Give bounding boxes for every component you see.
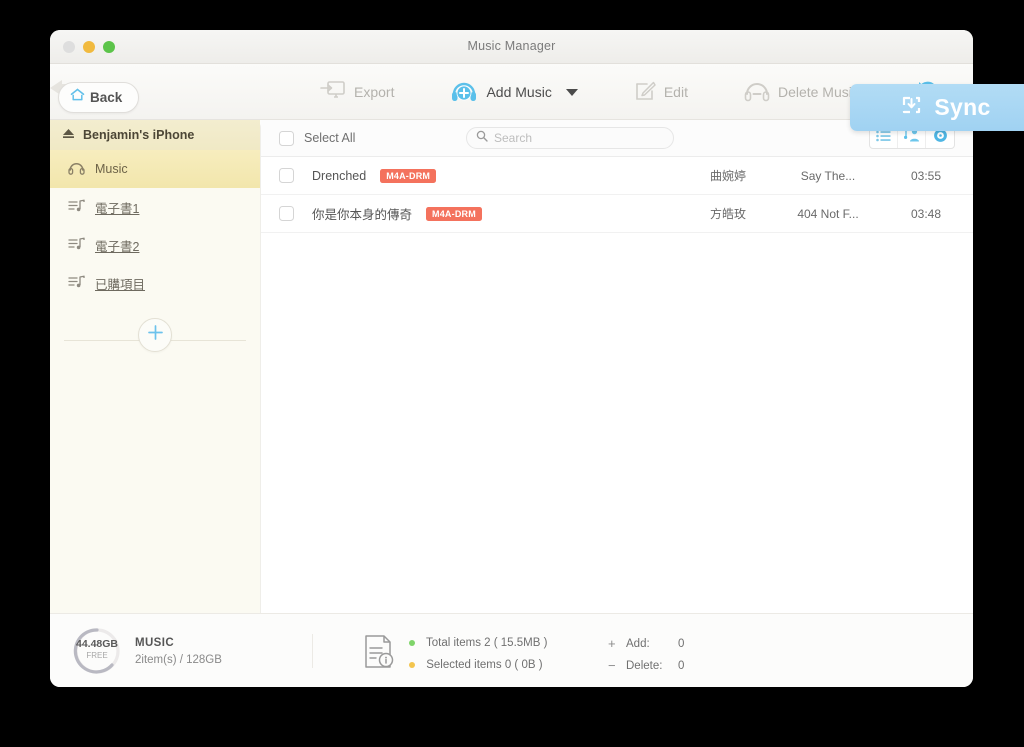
toolbar-export-label: Export: [354, 84, 395, 100]
selected-items-label: Selected items 0 ( 0B ): [426, 659, 543, 671]
total-items-row: Total items 2 ( 15.5MB ): [409, 632, 547, 654]
delete-count-row: − Delete: 0: [608, 655, 684, 677]
chevron-down-icon[interactable]: [565, 88, 578, 96]
song-duration: 03:48: [910, 206, 942, 221]
song-duration: 03:55: [910, 168, 942, 183]
toolbar-export-button[interactable]: Export: [320, 64, 394, 120]
toolbar-add-music-button[interactable]: Add Music: [450, 64, 578, 120]
status-dot-total: [409, 639, 415, 646]
add-playlist-button[interactable]: [138, 318, 172, 352]
storage-summary: 44.48GB FREE MUSIC 2item(s) / 128GB: [72, 626, 222, 676]
add-label: Add:: [626, 638, 650, 650]
storage-category: MUSIC: [135, 636, 175, 649]
select-all-label: Select All: [304, 131, 356, 145]
plus-sign-icon: +: [608, 636, 616, 651]
window-title: Music Manager: [467, 39, 556, 53]
song-artist: 曲婉婷: [709, 169, 746, 183]
sidebar-item-music[interactable]: Music: [50, 150, 260, 188]
storage-detail: 2item(s) / 128GB: [135, 653, 222, 666]
sidebar: Benjamin's iPhone Music 電子書1 電子書2 已購項目: [50, 120, 260, 613]
delete-music-icon: [744, 80, 770, 105]
select-all-checkbox[interactable]: [279, 130, 294, 146]
back-button[interactable]: Back: [58, 82, 139, 113]
playlist-icon: [68, 199, 85, 216]
sidebar-item-label: 已購項目: [95, 277, 146, 292]
storage-free-amount: 44.48GB: [75, 638, 119, 650]
toolbar-add-music-label: Add Music: [486, 84, 552, 100]
plus-icon: [147, 324, 164, 346]
sync-icon: [899, 92, 924, 123]
toolbar-edit-label: Edit: [663, 84, 688, 100]
row-checkbox[interactable]: [279, 168, 294, 183]
search-box[interactable]: [466, 127, 674, 149]
storage-ring: 44.48GB FREE: [72, 626, 122, 676]
status-dot-selected: [409, 661, 415, 668]
table-row[interactable]: Drenched M4A-DRM 曲婉婷 Say The... 03:55: [261, 157, 973, 195]
format-badge: M4A-DRM: [426, 206, 482, 221]
playlist-icon: [68, 275, 85, 292]
selected-items-row: Selected items 0 ( 0B ): [409, 654, 547, 676]
storage-free-label: FREE: [86, 651, 108, 660]
song-album: 404 Not F...: [797, 206, 859, 221]
sidebar-item-label: Music: [95, 162, 128, 176]
add-music-icon: [450, 79, 478, 106]
total-items-label: Total items 2 ( 15.5MB ): [426, 637, 548, 649]
divider: [312, 634, 313, 668]
sidebar-item-playlist-1[interactable]: 電子書1: [50, 188, 260, 226]
delete-value: 0: [678, 660, 685, 672]
playlist-icon: [68, 237, 85, 254]
title-bar: Music Manager: [50, 30, 973, 64]
items-text: Total items 2 ( 15.5MB ) Selected items …: [409, 632, 547, 676]
content-pane: Select All Search Drenched M4A-DRM 曲婉婷 S…: [260, 120, 973, 613]
body-area: Benjamin's iPhone Music 電子書1 電子書2 已購項目 S…: [50, 120, 973, 613]
export-icon: [320, 80, 346, 105]
table-row[interactable]: 你是你本身的傳奇 M4A-DRM 方皓玫 404 Not F... 03:48: [261, 195, 973, 233]
sidebar-item-label: 電子書1: [95, 201, 140, 216]
sync-label: Sync: [934, 94, 991, 120]
row-checkbox[interactable]: [279, 206, 294, 221]
minus-sign-icon: −: [608, 658, 616, 673]
search-input[interactable]: [494, 131, 654, 145]
eject-icon: [62, 126, 75, 144]
song-title: Drenched: [312, 168, 367, 183]
sidebar-item-playlist-2[interactable]: 電子書2: [50, 226, 260, 264]
sidebar-item-label: 電子書2: [95, 239, 140, 254]
sidebar-device-row[interactable]: Benjamin's iPhone: [50, 120, 260, 150]
song-title: 你是你本身的傳奇: [312, 208, 413, 222]
toolbar-edit-button[interactable]: Edit: [634, 64, 688, 120]
delete-label: Delete:: [626, 660, 663, 672]
storage-ring-text: 44.48GB FREE: [72, 638, 122, 660]
add-count-row: + Add: 0: [608, 633, 684, 655]
list-icon: [876, 129, 891, 147]
select-all-control[interactable]: Select All: [279, 130, 356, 146]
home-icon: [70, 88, 85, 107]
device-name: Benjamin's iPhone: [83, 128, 195, 142]
song-album: Say The...: [800, 168, 856, 183]
status-bar: 44.48GB FREE MUSIC 2item(s) / 128GB Tota…: [50, 613, 973, 687]
sidebar-item-purchased[interactable]: 已購項目: [50, 264, 260, 302]
format-badge: M4A-DRM: [380, 168, 437, 183]
items-summary: Total items 2 ( 15.5MB ) Selected items …: [362, 632, 547, 676]
add-playlist-area: [50, 318, 260, 362]
app-window: Music Manager Back Export Add Music Edit…: [50, 30, 1024, 687]
search-icon: [476, 129, 488, 147]
toolbar: Back Export Add Music Edit Delete Music: [50, 64, 973, 120]
storage-meta: MUSIC 2item(s) / 128GB: [135, 637, 222, 666]
sync-button[interactable]: Sync: [850, 84, 1024, 131]
toolbar-delete-music-label: Delete Music: [777, 84, 859, 100]
document-info-icon: [362, 634, 396, 675]
song-artist: 方皓玫: [709, 207, 746, 221]
add-value: 0: [678, 638, 685, 650]
edit-icon: [634, 80, 656, 105]
pending-changes: + Add: 0 − Delete: 0: [608, 633, 684, 677]
back-label: Back: [90, 90, 123, 105]
headphones-icon: [68, 160, 85, 178]
toolbar-delete-music-button[interactable]: Delete Music: [744, 64, 859, 120]
